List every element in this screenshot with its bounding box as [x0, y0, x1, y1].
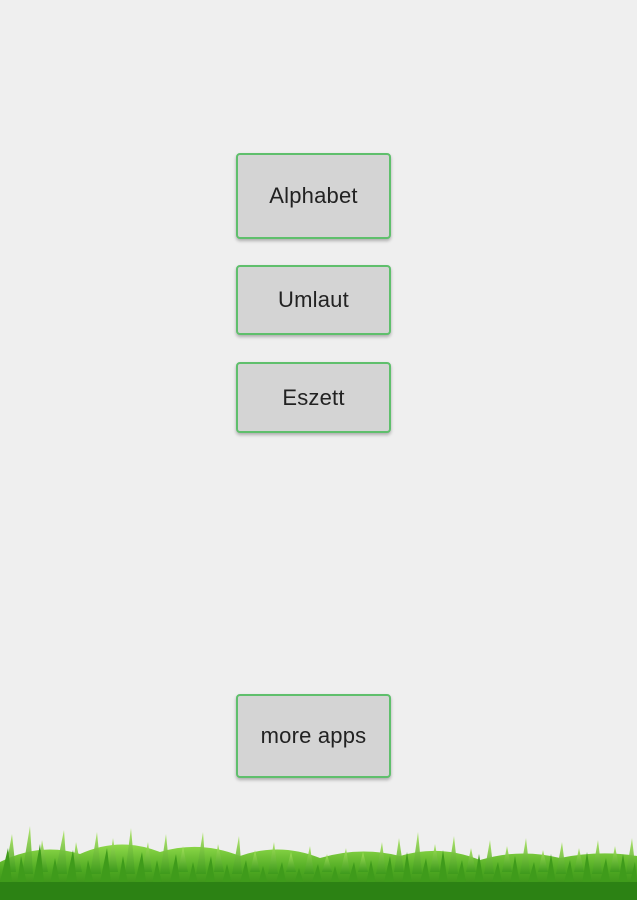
- alphabet-button-label: Alphabet: [269, 183, 358, 208]
- umlaut-button-label: Umlaut: [278, 287, 349, 312]
- app-screen: Alphabet Umlaut Eszett more apps: [0, 0, 637, 900]
- eszett-button-label: Eszett: [282, 384, 345, 410]
- umlaut-button[interactable]: Umlaut: [236, 265, 391, 335]
- more-apps-button[interactable]: more apps: [236, 694, 391, 778]
- grass-illustration: [0, 826, 637, 900]
- eszett-button[interactable]: Eszett: [236, 362, 391, 433]
- alphabet-button[interactable]: Alphabet: [236, 153, 391, 239]
- more-apps-button-label: more apps: [260, 723, 367, 748]
